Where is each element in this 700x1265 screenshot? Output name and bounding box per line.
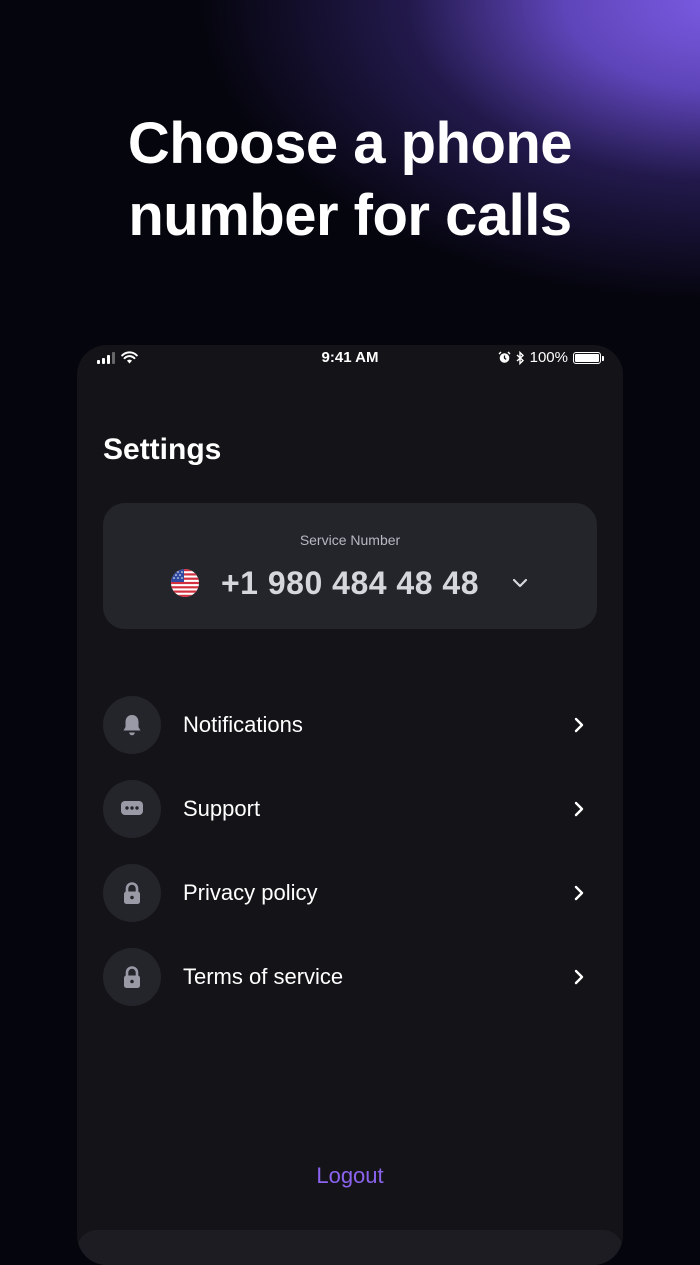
phone-screen: 9:41 AM 100% Settings Service Number +1 … (77, 345, 623, 1265)
lock-icon-container (103, 948, 161, 1006)
bell-icon (123, 715, 141, 736)
chevron-right-icon (574, 969, 584, 985)
battery-percent: 100% (529, 349, 568, 366)
headline-line-1: Choose a phone (127, 111, 573, 176)
menu-label-support: Support (183, 796, 261, 821)
menu-item-privacy-policy[interactable]: Privacy policy (103, 851, 597, 935)
promo-headline: Choose a phone number for calls (0, 108, 700, 252)
menu-label-privacy-policy: Privacy policy (183, 880, 318, 905)
status-right: 100% (498, 349, 604, 366)
bottom-tab-bar-edge (77, 1230, 623, 1265)
chevron-right-icon (574, 717, 584, 733)
bluetooth-icon (516, 350, 524, 365)
chevron-right-icon (574, 801, 584, 817)
chevron-right-icon (574, 885, 584, 901)
us-flag-icon (170, 569, 199, 597)
chat-bubble-icon (121, 801, 143, 815)
lock-icon (124, 966, 140, 988)
status-bar: 9:41 AM 100% (77, 345, 623, 371)
headline-line-2: number for calls (128, 183, 572, 248)
menu-label-terms-of-service: Terms of service (183, 964, 344, 989)
lock-icon-container (103, 864, 161, 922)
service-number-selector[interactable]: +1 980 484 48 48 (103, 561, 597, 605)
menu-label-notifications: Notifications (183, 712, 303, 737)
settings-menu: Notifications Support Privacy policy Ter… (103, 683, 597, 1019)
menu-item-support[interactable]: Support (103, 767, 597, 851)
service-number-label: Service Number (299, 532, 401, 548)
service-number-card[interactable]: Service Number +1 980 484 48 48 (103, 503, 597, 629)
service-number-value: +1 980 484 48 48 (220, 564, 479, 601)
lock-icon (124, 882, 140, 904)
menu-item-terms-of-service[interactable]: Terms of service (103, 935, 597, 1019)
logout-button[interactable]: Logout (77, 1163, 623, 1189)
chat-icon-container (103, 780, 161, 838)
menu-item-notifications[interactable]: Notifications (103, 683, 597, 767)
chevron-down-icon[interactable] (511, 574, 529, 592)
alarm-icon (498, 351, 511, 363)
battery-icon (573, 351, 604, 364)
bell-icon-container (103, 696, 161, 754)
settings-title: Settings (103, 433, 222, 466)
